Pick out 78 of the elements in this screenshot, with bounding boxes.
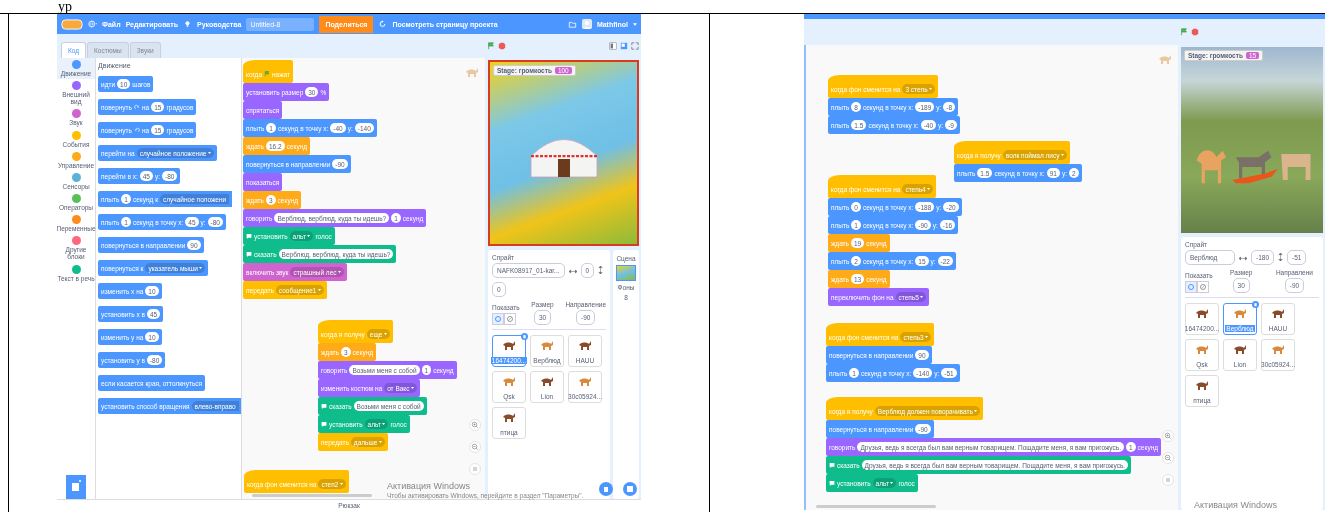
caret-icon[interactable] (633, 22, 637, 26)
hide-sprite-icon[interactable] (1197, 281, 1209, 293)
show-sprite-icon[interactable] (1185, 281, 1197, 293)
caret-icon (382, 423, 386, 425)
fullscreen-icon[interactable] (631, 42, 639, 50)
caret-icon (207, 152, 211, 154)
activation-watermark: Активация Windows (387, 481, 471, 491)
horizontal-arrows-icon (1239, 256, 1247, 261)
animal-icon (1233, 307, 1247, 319)
vertical-arrows-icon (1278, 253, 1283, 261)
stage-thumbnail[interactable] (616, 265, 636, 281)
refresh-icon (378, 20, 388, 28)
flag-icon[interactable] (1180, 28, 1188, 36)
zoom-out-icon[interactable] (1162, 452, 1174, 464)
add-backdrop-button[interactable] (623, 482, 637, 496)
stop-icon[interactable] (498, 42, 506, 50)
animal-icon (502, 375, 516, 387)
animal-icon (502, 411, 516, 423)
caret-icon (318, 289, 321, 291)
lightbulb-icon[interactable] (183, 20, 192, 28)
rotate-left-icon (133, 127, 140, 133)
stop-icon[interactable] (1191, 28, 1199, 36)
zoom-in-icon[interactable] (1162, 430, 1174, 442)
zoom-reset-icon[interactable] (469, 463, 481, 475)
delete-icon[interactable] (521, 333, 528, 340)
caret-icon (925, 336, 929, 338)
caret-icon (307, 235, 311, 237)
large-stage-icon[interactable] (620, 42, 628, 50)
caret-icon (920, 296, 924, 298)
logo-icon[interactable] (61, 18, 83, 30)
speech-bubble-icon (829, 461, 835, 469)
animal-icon (1271, 343, 1285, 355)
extensions-button[interactable] (64, 475, 88, 499)
speech-bubble-icon (321, 420, 327, 428)
caret-icon (378, 441, 382, 443)
vertical-arrows-icon (598, 266, 604, 274)
animal-icon (1233, 343, 1247, 355)
flag-icon (264, 71, 271, 77)
speech-bubble-icon (321, 402, 327, 410)
small-stage-icon[interactable] (609, 42, 617, 50)
caret-icon (338, 271, 341, 273)
caret-icon (1061, 154, 1064, 156)
speech-bubble-icon (246, 232, 252, 240)
animal-icon (1158, 53, 1172, 65)
zoom-out-icon[interactable] (469, 441, 481, 453)
horizontal-arrows-icon (568, 269, 577, 274)
animal-icon (502, 339, 516, 351)
flag-icon[interactable] (487, 42, 495, 50)
rotate-right-icon (133, 104, 140, 110)
speech-bubble-icon (829, 479, 835, 487)
animal-icon (578, 339, 592, 351)
zoom-reset-icon[interactable] (1162, 474, 1174, 486)
caret-icon (929, 88, 933, 90)
delete-icon[interactable] (1252, 301, 1259, 308)
caret-icon (383, 333, 387, 335)
animal-icon (1195, 307, 1209, 319)
animal-icon (540, 375, 554, 387)
caret-icon (974, 410, 978, 412)
animal-icon (1271, 307, 1285, 319)
globe-icon[interactable] (88, 20, 97, 28)
animal-icon (1195, 379, 1209, 391)
caret-icon (890, 482, 894, 484)
animal-icon (540, 339, 554, 351)
hide-sprite-icon[interactable] (504, 313, 516, 325)
animal-icon (578, 375, 592, 387)
activation-watermark: Активация Windows (1194, 500, 1277, 510)
zoom-in-icon[interactable] (469, 419, 481, 431)
caret-icon (339, 483, 343, 485)
add-sprite-button[interactable] (599, 482, 613, 496)
caret-icon (927, 188, 931, 190)
avatar-icon[interactable] (581, 19, 592, 29)
folder-icon[interactable] (567, 20, 577, 28)
speech-bubble-icon (246, 250, 252, 258)
caret-icon (199, 267, 203, 269)
caret-icon (411, 387, 414, 389)
show-sprite-icon[interactable] (492, 313, 504, 325)
animal-icon (1195, 343, 1209, 355)
animal-icon (465, 66, 479, 78)
